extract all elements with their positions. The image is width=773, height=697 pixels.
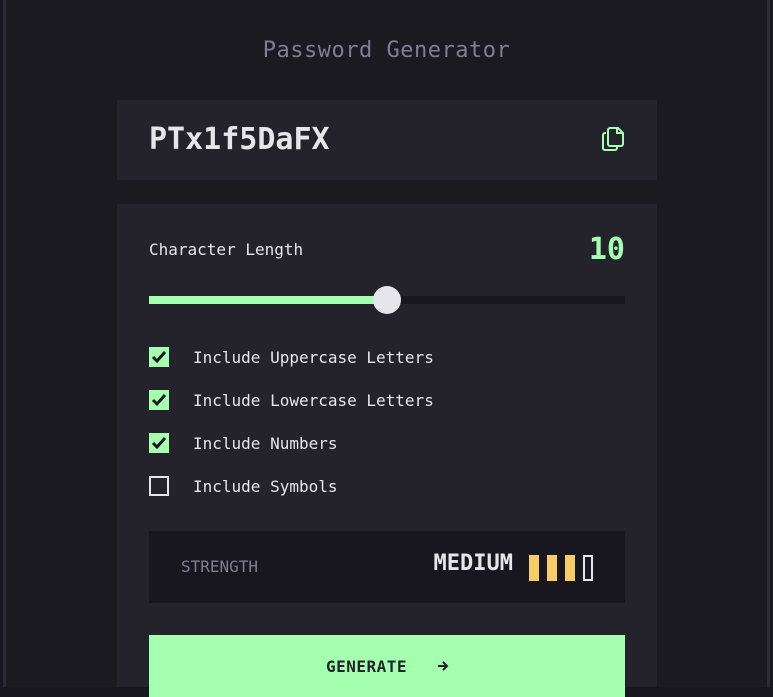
generated-password: PTx1f5DaFX (149, 122, 330, 157)
option-label: Include Uppercase Letters (193, 348, 434, 367)
checkbox-numbers[interactable] (149, 433, 169, 453)
generate-label: GENERATE (326, 657, 408, 676)
option-label: Include Lowercase Letters (193, 391, 434, 410)
password-output: PTx1f5DaFX (117, 100, 657, 180)
strength-value: MEDIUM (433, 551, 513, 576)
arrow-right-icon (438, 661, 449, 671)
generate-button[interactable]: GENERATE (149, 635, 625, 697)
check-icon (151, 394, 167, 407)
slider-thumb[interactable] (373, 286, 401, 314)
strength-bar (583, 555, 593, 581)
check-icon (151, 351, 167, 364)
strength-label: STRENGTH (181, 557, 259, 576)
page-title: Password Generator (262, 38, 511, 63)
copy-icon (602, 127, 624, 151)
length-slider[interactable] (149, 286, 625, 314)
character-length-label: Character Length (149, 240, 304, 259)
window-edge-left (3, 0, 6, 687)
option-label: Include Numbers (193, 434, 338, 453)
checkbox-uppercase[interactable] (149, 347, 169, 367)
strength-bars (529, 555, 593, 581)
checkbox-symbols[interactable] (149, 476, 169, 496)
option-label: Include Symbols (193, 477, 338, 496)
copy-button[interactable] (601, 126, 629, 154)
strength-bar (565, 555, 575, 581)
slider-fill (149, 296, 387, 304)
window-edge-right (767, 0, 770, 687)
settings-panel: Character Length 10 Include Uppercase Le… (117, 204, 657, 697)
strength-bar (529, 555, 539, 581)
strength-bar (547, 555, 557, 581)
check-icon (151, 437, 167, 450)
checkbox-lowercase[interactable] (149, 390, 169, 410)
strength-meter: STRENGTH MEDIUM (149, 531, 625, 603)
character-length-value: 10 (588, 232, 625, 267)
